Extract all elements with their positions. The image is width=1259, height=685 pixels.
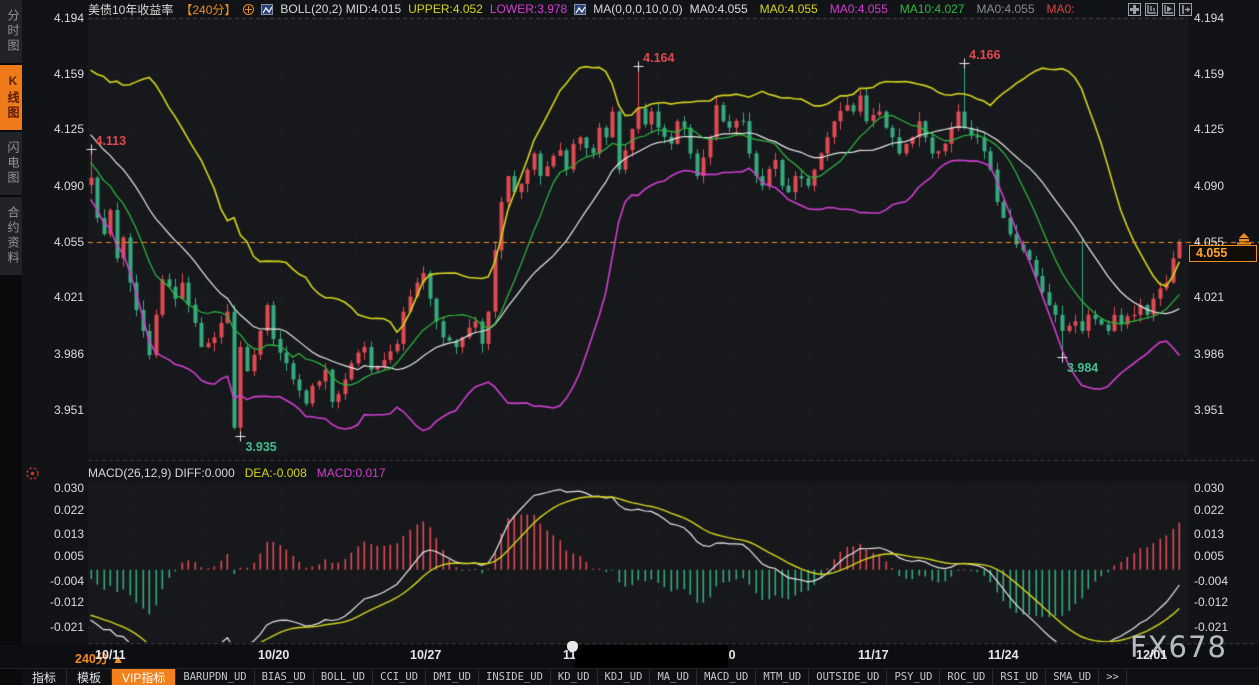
- price-axis-label-left: 3.951: [26, 403, 84, 417]
- tab-MA_UD[interactable]: MA_UD: [650, 669, 697, 685]
- boll-values: BOLL(20,2) MID:4.015: [280, 2, 401, 16]
- macd-dea-value: DEA:-0.008: [245, 466, 307, 480]
- tab-PSY_UD[interactable]: PSY_UD: [887, 669, 940, 685]
- price-axis-label-right: 4.125: [1194, 122, 1224, 136]
- sidebar-item-分时图[interactable]: 分时图: [0, 0, 22, 65]
- tab-RSI_UD[interactable]: RSI_UD: [993, 669, 1046, 685]
- price-annotation-3.984: 3.984: [1067, 361, 1098, 375]
- price-axis-label-right: 3.951: [1194, 403, 1224, 417]
- axis-play-icon[interactable]: [1162, 3, 1175, 16]
- date-label-12-01: 12/01: [1136, 648, 1167, 662]
- price-axis-label-right: 4.159: [1194, 67, 1224, 81]
- ma-value-5: MA0:: [1047, 2, 1075, 16]
- macd-axis-label-right: -0.004: [1194, 574, 1228, 588]
- price-alert-arrow-icon[interactable]: [1236, 232, 1252, 250]
- tab-VIP指标[interactable]: VIP指标: [112, 669, 176, 685]
- tab-KD_UD[interactable]: KD_UD: [551, 669, 598, 685]
- boll-upper-value: UPPER:4.052: [408, 2, 483, 16]
- price-axis-label-right: 4.194: [1194, 11, 1224, 25]
- tab-BOLL_UD[interactable]: BOLL_UD: [314, 669, 373, 685]
- ma-values-group: MA0:4.055 MA0:4.055 MA0:4.055 MA10:4.027 MA0…: [690, 2, 1075, 16]
- price-axis-label-right: 4.090: [1194, 179, 1224, 193]
- indicator-tab-bar: 指标模板VIP指标BARUPDN_UDBIAS_UDBOLL_UDCCI_UDD…: [0, 668, 1259, 685]
- macd-axis-label-left: 0.022: [26, 503, 84, 517]
- ma-value-0: MA0:4.055: [690, 2, 748, 16]
- macd-axis-label-right: 0.005: [1194, 549, 1224, 563]
- ma-value-2: MA0:4.055: [830, 2, 888, 16]
- tab-CCI_UD[interactable]: CCI_UD: [373, 669, 426, 685]
- tab-OUTSIDE_UD[interactable]: OUTSIDE_UD: [809, 669, 887, 685]
- pane-split-icon[interactable]: [1179, 3, 1192, 16]
- price-annotation-4.164: 4.164: [643, 51, 674, 65]
- date-label-10-20: 10/20: [258, 648, 289, 662]
- ma-value-4: MA0:4.055: [976, 2, 1034, 16]
- tab-INSIDE_UD[interactable]: INSIDE_UD: [479, 669, 551, 685]
- price-annotation-3.935: 3.935: [245, 440, 276, 454]
- tabbar-corner: [0, 669, 22, 685]
- tab-模板[interactable]: 模板: [67, 669, 112, 685]
- boll-lower-value: LOWER:3.978: [490, 2, 567, 16]
- price-axis-label-left: 4.055: [26, 235, 84, 249]
- tab-ROC_UD[interactable]: ROC_UD: [940, 669, 993, 685]
- tab-SMA_UD[interactable]: SMA_UD: [1046, 669, 1099, 685]
- price-axis-label-left: 4.090: [26, 179, 84, 193]
- timeframe-label[interactable]: 【240分】: [180, 1, 236, 18]
- price-axis-label-right: 4.021: [1194, 290, 1224, 304]
- candlestick-chart-canvas[interactable]: [0, 0, 1259, 685]
- date-label-11-24: 11/24: [988, 648, 1019, 662]
- axis-scale-icon[interactable]: [1145, 3, 1158, 16]
- ma-value-1: MA0:4.055: [760, 2, 818, 16]
- price-axis-label-left: 4.194: [26, 11, 84, 25]
- macd-params-label: MACD(26,12,9) DIFF:0.000: [88, 466, 235, 480]
- price-annotation-4.113: 4.113: [96, 134, 127, 148]
- ma-value-3: MA10:4.027: [900, 2, 965, 16]
- tab-BIAS_UD[interactable]: BIAS_UD: [255, 669, 314, 685]
- ma-params-label: MA(0,0,0,10,0,0): [593, 2, 682, 16]
- tab->>[interactable]: >>: [1099, 669, 1127, 685]
- date-label-10-11: 10/11: [95, 648, 126, 662]
- date-label-10-27: 10/27: [410, 648, 441, 662]
- chart-application-window: 分时图K线图闪电图合约资料 美债10年收益率 【240分】 BOLL(20,2)…: [0, 0, 1259, 685]
- tab-BARUPDN_UD[interactable]: BARUPDN_UD: [176, 669, 254, 685]
- macd-axis-label-right: 0.013: [1194, 527, 1224, 541]
- ma-chart-icon[interactable]: [574, 4, 586, 15]
- tab-MTM_UD[interactable]: MTM_UD: [756, 669, 809, 685]
- tab-MACD_UD[interactable]: MACD_UD: [697, 669, 756, 685]
- instrument-title: 美债10年收益率: [88, 1, 173, 18]
- move-icon[interactable]: [1128, 3, 1141, 16]
- date-label-11-17: 11/17: [858, 648, 889, 662]
- price-axis-label-right: 3.986: [1194, 347, 1224, 361]
- price-annotation-4.166: 4.166: [969, 48, 1000, 62]
- boll-chart-icon[interactable]: [261, 4, 273, 15]
- chart-window-controls: [1128, 3, 1192, 16]
- price-axis-label-left: 4.125: [26, 122, 84, 136]
- macd-axis-label-left: -0.012: [26, 595, 84, 609]
- macd-axis-label-left: -0.004: [26, 574, 84, 588]
- macd-axis-label-right: 0.022: [1194, 503, 1224, 517]
- tab-DMI_UD[interactable]: DMI_UD: [426, 669, 479, 685]
- tab-指标[interactable]: 指标: [22, 669, 67, 685]
- price-axis-label-left: 3.986: [26, 347, 84, 361]
- macd-axis-label-left: 0.013: [26, 527, 84, 541]
- macd-axis-label-left: 0.030: [26, 481, 84, 495]
- date-overlay-box: [575, 645, 728, 668]
- sidebar-item-闪电图[interactable]: 闪电图: [0, 132, 22, 197]
- price-axis-label-left: 4.021: [26, 290, 84, 304]
- sidebar-item-K线图[interactable]: K线图: [0, 65, 22, 132]
- macd-axis-label-right: 0.030: [1194, 481, 1224, 495]
- chart-header: 美债10年收益率 【240分】 BOLL(20,2) MID:4.015 UPP…: [88, 1, 1075, 17]
- macd-value: MACD:0.017: [317, 466, 386, 480]
- macd-panel-header: MACD(26,12,9) DIFF:0.000 DEA:-0.008 MACD…: [88, 465, 386, 480]
- price-axis-label-left: 4.159: [26, 67, 84, 81]
- macd-axis-label-left: 0.005: [26, 549, 84, 563]
- tab-KDJ_UD[interactable]: KDJ_UD: [598, 669, 651, 685]
- macd-axis-label-left: -0.021: [26, 620, 84, 634]
- left-sidebar: 分时图K线图闪电图合约资料: [0, 0, 22, 645]
- date-axis-row: 240分 ▲ 10/1110/2010/2711/311/1011/1711/2…: [0, 645, 1259, 668]
- collapse-indicator-icon[interactable]: [243, 4, 254, 15]
- sidebar-item-合约资料[interactable]: 合约资料: [0, 197, 22, 277]
- cursor-marker-icon: [567, 641, 578, 652]
- macd-axis-label-right: -0.012: [1194, 595, 1228, 609]
